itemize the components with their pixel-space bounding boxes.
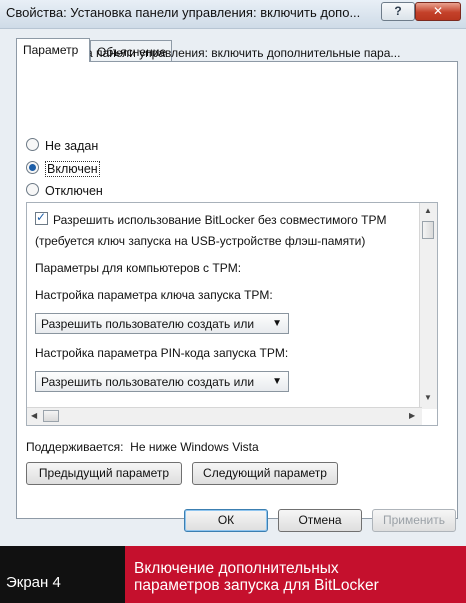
caption-description: Включение дополнительных параметров запу…	[134, 560, 379, 594]
radio-label: Отключен	[45, 184, 103, 198]
properties-dialog: Свойства: Установка панели управления: в…	[0, 0, 466, 546]
pin-select[interactable]: Разрешить пользователю создать или ▼	[35, 371, 289, 392]
title-bar[interactable]: Свойства: Установка панели управления: в…	[0, 0, 466, 29]
startup-key-select[interactable]: Разрешить пользователю создать или ▼	[35, 313, 289, 334]
supported-label: Поддерживается:	[26, 440, 124, 454]
horizontal-scrollbar[interactable]: ◀ ▶	[27, 407, 422, 425]
dropdown-arrow-icon: ▼	[272, 376, 282, 387]
tab-parameter[interactable]: Параметр	[16, 38, 90, 62]
radio-label: Включен	[45, 161, 100, 177]
scroll-up-icon[interactable]: ▲	[424, 206, 432, 215]
radio-button[interactable]	[26, 138, 39, 151]
supported-value: Не ниже Windows Vista	[130, 440, 259, 454]
caption-description-box: Включение дополнительных параметров запу…	[125, 546, 466, 603]
caption-screen-number: Экран 4	[6, 574, 61, 591]
figure-caption: Экран 4 Включение дополнительных парамет…	[0, 546, 466, 603]
scroll-left-icon[interactable]: ◀	[31, 411, 37, 420]
radio-enabled[interactable]: Включен	[26, 161, 100, 177]
scroll-right-icon[interactable]: ▶	[409, 411, 415, 420]
vertical-scrollbar[interactable]: ▲ ▼	[419, 203, 437, 409]
pin-label: Настройка параметра PIN-кода запуска TPM…	[35, 346, 289, 360]
tpm-params-label: Параметры для компьютеров с TPM:	[35, 261, 242, 275]
startup-key-value: Разрешить пользователю создать или	[41, 317, 255, 331]
window-title: Свойства: Установка панели управления: в…	[6, 5, 361, 20]
horizontal-scroll-thumb[interactable]	[43, 410, 59, 422]
allow-without-tpm-option[interactable]: Разрешить использование BitLocker без со…	[35, 210, 387, 227]
radio-label: Не задан	[45, 139, 99, 153]
startup-key-label: Настройка параметра ключа запуска TPM:	[35, 288, 273, 302]
allow-without-tpm-checkbox[interactable]	[35, 210, 48, 225]
policy-name: Установка панели управления: включить до…	[36, 46, 401, 61]
radio-disabled[interactable]: Отключен	[26, 183, 103, 198]
allow-without-tpm-label: Разрешить использование BitLocker без со…	[53, 213, 387, 227]
supported-on: Поддерживается: Не ниже Windows Vista	[26, 440, 259, 454]
radio-not-configured[interactable]: Не задан	[26, 138, 98, 153]
close-button[interactable]: ✕	[415, 2, 461, 21]
radio-button[interactable]	[26, 161, 39, 174]
pin-value: Разрешить пользователю создать или	[41, 375, 255, 389]
caption-line-2: параметров запуска для BitLocker	[134, 577, 379, 594]
options-list[interactable]: Разрешить использование BitLocker без со…	[26, 202, 438, 426]
radio-button[interactable]	[26, 183, 39, 196]
previous-setting-button[interactable]: Предыдущий параметр	[26, 462, 182, 485]
ok-button[interactable]: ОК	[184, 509, 268, 532]
caption-line-1: Включение дополнительных	[134, 560, 339, 577]
caption-label-box: Экран 4	[0, 546, 125, 603]
cancel-button[interactable]: Отмена	[278, 509, 362, 532]
scroll-down-icon[interactable]: ▼	[424, 393, 432, 402]
apply-button[interactable]: Применить	[372, 509, 456, 532]
requires-key-note: (требуется ключ запуска на USB-устройств…	[35, 234, 366, 248]
next-setting-button[interactable]: Следующий параметр	[192, 462, 338, 485]
help-button[interactable]: ?	[381, 2, 415, 21]
vertical-scroll-thumb[interactable]	[422, 221, 434, 239]
dropdown-arrow-icon: ▼	[272, 318, 282, 329]
